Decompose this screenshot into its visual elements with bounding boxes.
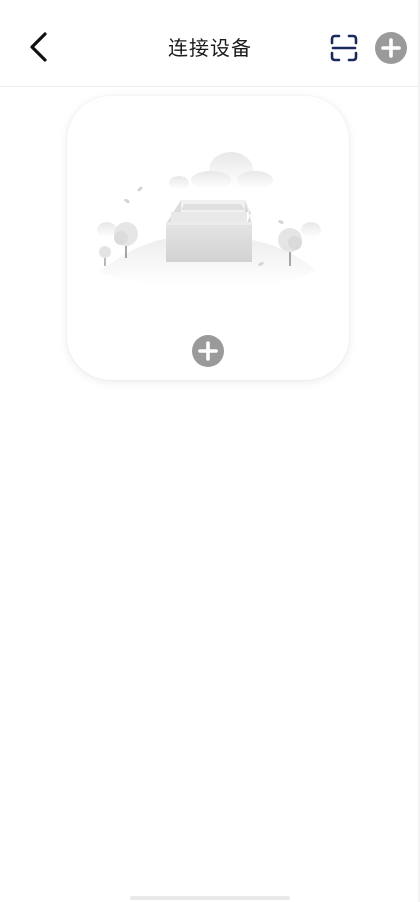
plus-circle-icon (192, 335, 224, 367)
add-device-card[interactable] (67, 96, 349, 380)
scan-icon (330, 34, 358, 62)
empty-box-illustration (97, 152, 321, 286)
scan-button[interactable] (328, 32, 360, 64)
home-indicator (130, 896, 290, 900)
add-device-button[interactable] (374, 31, 408, 65)
back-button[interactable] (24, 28, 54, 66)
card-add-button[interactable] (191, 334, 225, 368)
chevron-left-icon (30, 32, 47, 62)
plus-circle-icon (375, 32, 407, 64)
navigation-bar: 连接设备 (0, 0, 420, 87)
connect-device-screen: 连接设备 (0, 0, 420, 902)
